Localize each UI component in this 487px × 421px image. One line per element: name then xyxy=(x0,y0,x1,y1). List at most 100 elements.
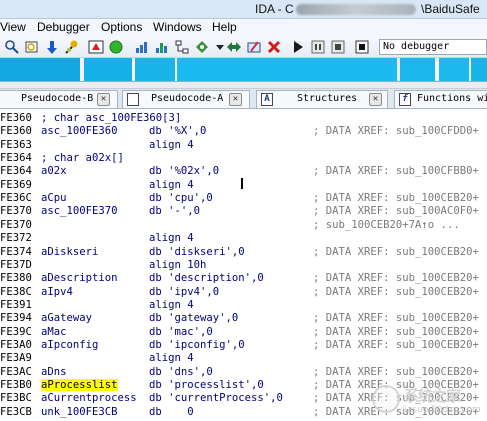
row-xref-comment[interactable]: ; DATA XREF: sub_100CEB20+ xyxy=(313,272,479,285)
find-text-icon[interactable] xyxy=(4,39,20,55)
find-binary-icon[interactable] xyxy=(24,39,40,55)
listing-row[interactable]: FE360 asc_100FE360 db '%X',0 ; DATA XREF: s… xyxy=(0,125,487,138)
row-address: FE3B0 xyxy=(0,379,32,391)
listing-row[interactable]: FE3A9 align 4 xyxy=(0,352,487,365)
row-label[interactable]: unk_100FE3CB xyxy=(41,406,118,419)
stop-graph-icon[interactable] xyxy=(88,39,104,55)
navigation-band[interactable] xyxy=(0,58,487,82)
row-declaration-comment[interactable]: ; char asc_100FE360[3] xyxy=(41,112,181,125)
listing-row[interactable]: FE3AC aDns db 'dns',0 ; DATA XREF: sub_100C… xyxy=(0,366,487,379)
flow-chart-icon[interactable] xyxy=(174,39,190,55)
graph-view-icon[interactable] xyxy=(134,39,150,55)
row-instruction: db 'ipv4',0 xyxy=(149,285,220,298)
listing-row[interactable]: FE39C aMac db 'mac',0 ; DATA XREF: sub_100C… xyxy=(0,326,487,339)
row-xref-comment[interactable]: ; DATA XREF: sub_100CEB20+ xyxy=(313,286,479,299)
window-title: IDA - C xyxy=(255,2,294,16)
row-xref-comment[interactable]: ; DATA XREF: sub_100AC0F0+ xyxy=(313,205,479,218)
row-address: FE380 xyxy=(0,272,32,285)
row-instruction: db 'diskseri',0 xyxy=(149,245,245,258)
row-instruction: align 4 xyxy=(149,298,194,311)
row-xref-comment[interactable]: ; DATA XREF: sub_100CEB20+ xyxy=(313,246,479,259)
row-label[interactable]: asc_100FE370 xyxy=(41,205,118,218)
title-bar: IDA - C \BaiduSafe xyxy=(0,0,487,19)
listing-row[interactable]: FE370 ; sub_100CEB20+7A↑o ... xyxy=(0,219,487,232)
listing-row[interactable]: FE364 a02x db '%02x',0 ; DATA XREF: sub_100… xyxy=(0,165,487,178)
listing-row[interactable]: FE372 align 4 xyxy=(0,232,487,245)
watermark-brand: 系统之家 xyxy=(404,387,461,405)
nav-segment xyxy=(84,58,132,81)
listing-row[interactable]: FE38C aIpv4 db 'ipv4',0 ; DATA XREF: sub_10… xyxy=(0,286,487,299)
row-label[interactable]: aProcesslist xyxy=(41,379,118,392)
row-address: FE3BC xyxy=(0,392,32,405)
listing-row[interactable]: FE37D align 10h xyxy=(0,259,487,272)
row-label[interactable]: aCpu xyxy=(41,192,67,205)
row-xref-comment[interactable]: ; DATA XREF: sub_100CEB20+ xyxy=(313,192,479,205)
row-instruction: db 'processlist',0 xyxy=(149,379,264,391)
row-label[interactable]: aDiskseri xyxy=(41,246,98,259)
edit-struct-icon[interactable] xyxy=(246,39,262,55)
disassembly-view[interactable]: FE360 ; char asc_100FE360[3] FE360 asc_100F… xyxy=(0,110,487,421)
listing-row[interactable]: FE3A0 aIpconfig db 'ipconfig',0 ; DATA XREF… xyxy=(0,339,487,352)
xref-graph-icon[interactable] xyxy=(154,39,170,55)
tab-functions-window[interactable]: f Functions wind xyxy=(394,90,487,108)
row-address: FE372 xyxy=(0,232,32,245)
row-label[interactable]: a02x xyxy=(41,165,67,178)
row-label[interactable]: aMac xyxy=(41,326,67,339)
menu-bar: View Debugger Options Windows Help xyxy=(0,19,487,36)
row-address: FE3A9 xyxy=(0,352,32,365)
row-xref-comment[interactable]: ; DATA XREF: sub_100CFDD0+ xyxy=(313,125,479,138)
row-xref-comment[interactable]: ; DATA XREF: sub_100CEB20+ xyxy=(313,366,479,379)
row-xref-comment[interactable]: ; sub_100CEB20+7A↑o ... xyxy=(313,219,460,232)
row-label[interactable]: asc_100FE360 xyxy=(41,125,118,138)
row-label[interactable]: aCurrentprocess xyxy=(41,392,137,405)
title-redacted-path xyxy=(296,4,416,15)
run-green-icon[interactable] xyxy=(108,39,124,55)
menu-help[interactable]: Help xyxy=(212,20,237,34)
listing-row[interactable]: FE369 align 4 xyxy=(0,179,487,192)
delete-x-icon[interactable] xyxy=(266,39,282,55)
listing-row[interactable]: FE360 ; char asc_100FE360[3] xyxy=(0,112,487,125)
row-instruction: db 'gateway',0 xyxy=(149,312,239,325)
row-xref-comment[interactable]: ; DATA XREF: sub_100CEB20+ xyxy=(313,312,479,325)
row-xref-comment[interactable]: ; DATA XREF: sub_100CEB20+ xyxy=(313,326,479,339)
row-label[interactable]: aIpv4 xyxy=(41,286,73,299)
debugger-toggle-icon[interactable] xyxy=(354,39,370,55)
stop-icon[interactable] xyxy=(330,39,346,55)
row-xref-comment[interactable]: ; DATA XREF: sub_100CEB20+ xyxy=(313,339,479,352)
listing-row[interactable]: FE394 aGateway db 'gateway',0 ; DATA XREF: … xyxy=(0,312,487,325)
row-declaration-comment[interactable]: ; char a02x[] xyxy=(41,152,124,165)
tab-structures[interactable]: A Structures ✕ xyxy=(256,90,388,108)
breakpoint-toggle-icon[interactable] xyxy=(64,39,80,55)
play-icon[interactable] xyxy=(290,39,306,55)
listing-row[interactable]: FE391 align 4 xyxy=(0,299,487,312)
pause-icon[interactable] xyxy=(310,39,326,55)
row-label[interactable]: aDns xyxy=(41,366,67,379)
menu-options[interactable]: Options xyxy=(101,20,142,34)
listing-row[interactable]: FE370 asc_100FE370 db '-',0 ; DATA XREF: su… xyxy=(0,205,487,218)
row-xref-comment[interactable]: ; DATA XREF: sub_100CFBB0+ xyxy=(313,165,479,178)
row-label[interactable]: aIpconfig xyxy=(41,339,98,352)
listing-row[interactable]: FE363 align 4 xyxy=(0,139,487,152)
calls-icon[interactable] xyxy=(194,39,210,55)
listing-row[interactable]: FE380 aDescription db 'description',0 ; DAT… xyxy=(0,272,487,285)
hex-arrows-icon[interactable] xyxy=(226,39,242,55)
menu-windows[interactable]: Windows xyxy=(153,20,202,34)
listing-row[interactable]: FE364 ; char a02x[] xyxy=(0,152,487,165)
arrow-down-icon[interactable] xyxy=(44,39,60,55)
tab-close-icon[interactable]: ✕ xyxy=(369,93,382,106)
nav-segment xyxy=(471,58,487,81)
row-instruction: align 4 xyxy=(149,178,194,191)
tab-close-icon[interactable]: ✕ xyxy=(97,93,110,106)
row-label[interactable]: aDescription xyxy=(41,272,118,285)
listing-row[interactable]: FE374 aDiskseri db 'diskseri',0 ; DATA XREF… xyxy=(0,246,487,259)
listing-row[interactable]: FE36C aCpu db 'cpu',0 ; DATA XREF: sub_100C… xyxy=(0,192,487,205)
tab-pseudocode-b[interactable]: Pseudocode-B ✕ xyxy=(0,90,118,108)
menu-debugger[interactable]: Debugger xyxy=(37,20,90,34)
tab-pseudocode-a[interactable]: Pseudocode-A ✕ xyxy=(122,90,250,108)
tab-close-icon[interactable]: ✕ xyxy=(229,93,242,106)
row-instruction: db 'mac',0 xyxy=(149,325,213,338)
menu-view[interactable]: View xyxy=(0,20,26,34)
row-label[interactable]: aGateway xyxy=(41,312,92,325)
debugger-select[interactable]: No debugger xyxy=(379,39,487,55)
row-instruction: db 'description',0 xyxy=(149,272,264,285)
